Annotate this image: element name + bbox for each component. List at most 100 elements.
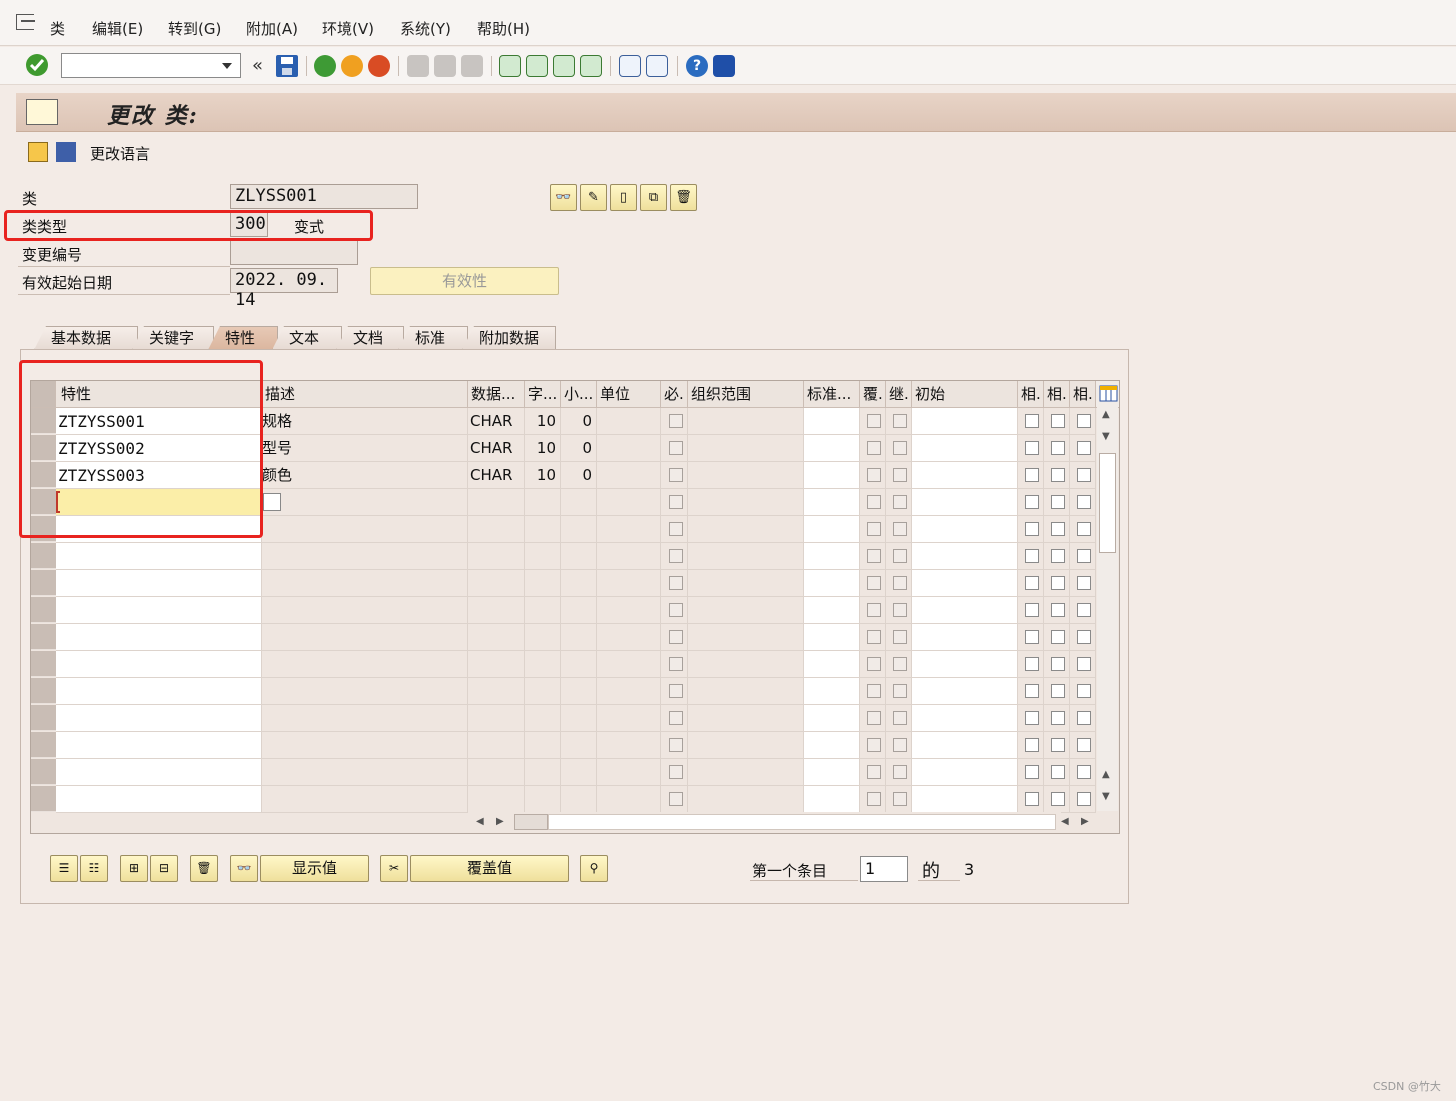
row-checkbox[interactable] bbox=[1051, 414, 1065, 428]
row-selector[interactable] bbox=[31, 651, 56, 677]
characteristic-cell[interactable] bbox=[56, 732, 262, 759]
row-checkbox[interactable] bbox=[1025, 711, 1039, 725]
row-checkbox[interactable] bbox=[1077, 468, 1091, 482]
display-values-glasses-icon[interactable]: 👓 bbox=[230, 855, 258, 882]
first-entry-input[interactable]: 1 bbox=[860, 856, 908, 882]
characteristic-cell[interactable] bbox=[56, 651, 262, 678]
col-initial[interactable]: 初始 bbox=[912, 381, 1018, 408]
initial-cell[interactable] bbox=[912, 408, 1018, 435]
hierarchy-icon[interactable] bbox=[56, 142, 76, 162]
characteristic-cell[interactable] bbox=[56, 786, 262, 813]
insert-row-icon[interactable]: ⊞ bbox=[120, 855, 148, 882]
row-checkbox[interactable] bbox=[1077, 549, 1091, 563]
row-checkbox[interactable] bbox=[1051, 657, 1065, 671]
row-checkbox[interactable] bbox=[1025, 468, 1039, 482]
tab-documents[interactable]: 文档 bbox=[336, 326, 404, 350]
row-checkbox[interactable] bbox=[1077, 522, 1091, 536]
standard-cell[interactable] bbox=[804, 786, 860, 813]
next-page-icon[interactable] bbox=[553, 55, 575, 77]
back-icon[interactable] bbox=[314, 55, 336, 77]
standard-cell[interactable] bbox=[804, 678, 860, 705]
row-checkbox[interactable] bbox=[1025, 441, 1039, 455]
standard-cell[interactable] bbox=[804, 705, 860, 732]
tab-texts[interactable]: 文本 bbox=[272, 326, 342, 350]
standard-cell[interactable] bbox=[804, 732, 860, 759]
standard-cell[interactable] bbox=[804, 489, 860, 516]
find-binoculars-icon[interactable]: ⚲ bbox=[580, 855, 608, 882]
row-checkbox[interactable] bbox=[1077, 630, 1091, 644]
change-number-field[interactable] bbox=[230, 240, 358, 265]
standard-cell[interactable] bbox=[804, 597, 860, 624]
vertical-scroll-thumb[interactable] bbox=[1099, 453, 1116, 553]
standard-cell[interactable] bbox=[804, 759, 860, 786]
row-checkbox[interactable] bbox=[1051, 549, 1065, 563]
initial-cell[interactable] bbox=[912, 462, 1018, 489]
characteristic-cell[interactable] bbox=[56, 624, 262, 651]
deselect-all-icon[interactable]: ☷ bbox=[80, 855, 108, 882]
previous-page-icon[interactable] bbox=[526, 55, 548, 77]
row-checkbox[interactable] bbox=[1077, 765, 1091, 779]
tab-basic-data[interactable]: 基本数据 bbox=[34, 326, 138, 350]
row-checkbox[interactable] bbox=[1077, 792, 1091, 806]
row-checkbox[interactable] bbox=[1051, 468, 1065, 482]
expand-toolbar-icon[interactable]: « bbox=[252, 55, 263, 76]
menu-system[interactable]: 系统(Y) bbox=[400, 18, 451, 39]
row-checkbox[interactable] bbox=[1077, 576, 1091, 590]
row-checkbox[interactable] bbox=[1077, 738, 1091, 752]
initial-cell[interactable] bbox=[912, 597, 1018, 624]
initial-cell[interactable] bbox=[912, 516, 1018, 543]
column-config-icon[interactable] bbox=[1096, 381, 1119, 408]
row-selector[interactable] bbox=[31, 759, 56, 785]
row-checkbox[interactable] bbox=[1077, 495, 1091, 509]
tab-keywords[interactable]: 关键字 bbox=[132, 326, 214, 350]
override-values-icon[interactable]: ✂ bbox=[380, 855, 408, 882]
row-checkbox[interactable] bbox=[1025, 414, 1039, 428]
initial-cell[interactable] bbox=[912, 678, 1018, 705]
initial-cell[interactable] bbox=[912, 489, 1018, 516]
characteristic-cell[interactable] bbox=[56, 543, 262, 570]
row-checkbox[interactable] bbox=[1025, 657, 1039, 671]
row-checkbox[interactable] bbox=[1025, 684, 1039, 698]
save-icon[interactable] bbox=[276, 55, 298, 77]
row-checkbox[interactable] bbox=[1051, 684, 1065, 698]
help-icon[interactable]: ? bbox=[686, 55, 708, 77]
initial-cell[interactable] bbox=[912, 759, 1018, 786]
command-field[interactable] bbox=[61, 53, 241, 78]
col-decimals[interactable]: 小... bbox=[561, 381, 597, 408]
new-document-icon[interactable]: ▯ bbox=[610, 184, 637, 211]
characteristic-cell[interactable] bbox=[56, 705, 262, 732]
initial-cell[interactable] bbox=[912, 543, 1018, 570]
show-values-button[interactable]: 显示值 bbox=[260, 855, 369, 882]
row-checkbox[interactable] bbox=[1077, 684, 1091, 698]
col-description[interactable]: 描述 bbox=[262, 381, 468, 408]
row-checkbox[interactable] bbox=[1051, 522, 1065, 536]
tab-standards[interactable]: 标准 bbox=[398, 326, 468, 350]
characteristic-cell[interactable] bbox=[56, 678, 262, 705]
standard-cell[interactable] bbox=[804, 543, 860, 570]
standard-cell[interactable] bbox=[804, 624, 860, 651]
override-values-button[interactable]: 覆盖值 bbox=[410, 855, 569, 882]
row-selector[interactable] bbox=[31, 624, 56, 650]
row-checkbox[interactable] bbox=[1051, 576, 1065, 590]
row-checkbox[interactable] bbox=[1025, 495, 1039, 509]
delete-row-icon[interactable]: 🗑 bbox=[190, 855, 218, 882]
row-checkbox[interactable] bbox=[1025, 738, 1039, 752]
col-rel-3[interactable]: 相. bbox=[1070, 381, 1096, 408]
row-selector[interactable] bbox=[31, 570, 56, 596]
row-checkbox[interactable] bbox=[1077, 414, 1091, 428]
shortcut-icon[interactable] bbox=[646, 55, 668, 77]
horizontal-scrollbar[interactable]: ◀ ▶ bbox=[468, 812, 1061, 832]
characteristic-cell[interactable] bbox=[56, 759, 262, 786]
last-page-icon[interactable] bbox=[580, 55, 602, 77]
row-checkbox[interactable] bbox=[1051, 603, 1065, 617]
initial-cell[interactable] bbox=[912, 570, 1018, 597]
standard-cell[interactable] bbox=[804, 651, 860, 678]
enter-check-icon[interactable] bbox=[26, 54, 48, 76]
row-checkbox[interactable] bbox=[1077, 657, 1091, 671]
row-selector[interactable] bbox=[31, 597, 56, 623]
row-checkbox[interactable] bbox=[1077, 603, 1091, 617]
select-all-icon[interactable]: ☰ bbox=[50, 855, 78, 882]
change-language-button[interactable]: 更改语言 bbox=[90, 143, 150, 164]
exit-icon[interactable] bbox=[16, 14, 35, 30]
copy-icon[interactable]: ⧉ bbox=[640, 184, 667, 211]
